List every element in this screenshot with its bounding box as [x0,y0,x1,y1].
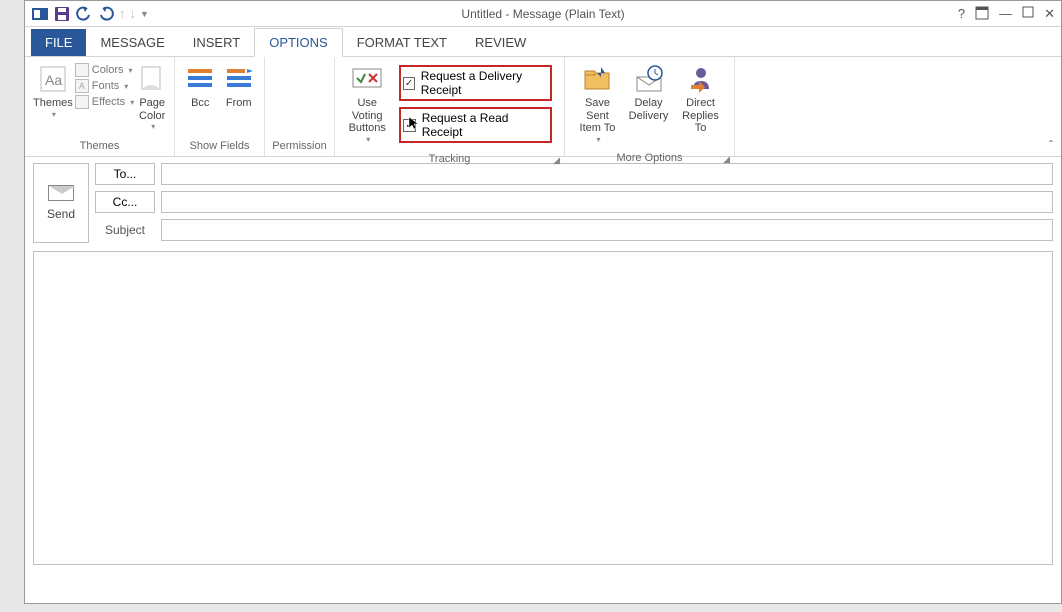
maximize-icon[interactable] [1022,6,1034,22]
help-icon[interactable]: ? [958,6,965,22]
dialog-launcher-icon[interactable]: ◢ [553,155,560,166]
delay-delivery-label: Delay Delivery [629,97,669,122]
delay-delivery-button[interactable]: Delay Delivery [624,61,673,124]
tab-message[interactable]: MESSAGE [86,29,178,56]
fonts-label: Fonts [92,80,120,92]
more-options-label-text: More Options [616,152,682,164]
qat-dropdown-icon[interactable]: ▼ [140,9,149,19]
page-color-label: Page Color [139,97,165,122]
to-button[interactable]: To... [95,163,155,185]
subject-label: Subject [95,223,155,237]
window-title: Untitled - Message (Plain Text) [461,7,624,21]
message-window: ↑ ↓ ▼ Untitled - Message (Plain Text) ? … [24,0,1062,604]
collapse-ribbon-icon[interactable]: ˆ [1049,138,1053,152]
dialog-launcher-icon[interactable]: ◢ [723,154,730,165]
group-label-show-fields: Show Fields [175,138,264,156]
save-sent-label: Save Sent Item To [573,97,622,135]
page-color-icon [136,63,168,95]
save-sent-icon [581,63,613,95]
group-show-fields: Bcc From Show Fields [175,57,265,156]
use-voting-buttons[interactable]: Use Voting Buttons ▾ [341,61,393,146]
from-label: From [226,97,252,110]
close-icon[interactable]: ✕ [1044,6,1055,22]
themes-icon: Aa [37,63,69,95]
bcc-label: Bcc [191,97,209,110]
save-icon[interactable] [53,5,71,23]
cursor-icon [407,115,423,131]
group-label-tracking: Tracking ◢ [335,151,564,169]
colors-icon [75,63,89,77]
subject-input[interactable] [161,219,1053,241]
down-arrow-icon: ↓ [130,6,137,21]
direct-replies-button[interactable]: Direct Replies To [673,61,728,137]
group-permission: Permission [265,57,335,156]
bcc-icon [184,63,216,95]
tab-insert[interactable]: INSERT [179,29,254,56]
voting-label: Use Voting Buttons [343,97,391,135]
chevron-down-icon: ▾ [52,110,56,119]
bcc-button[interactable]: Bcc [181,61,220,112]
effects-button: Effects▾ [75,95,134,109]
cc-input[interactable] [161,191,1053,213]
chevron-down-icon: ▾ [129,66,133,75]
delivery-receipt-label: Request a Delivery Receipt [421,69,544,97]
tab-options[interactable]: OPTIONS [254,28,343,57]
outlook-icon [31,5,49,23]
chevron-down-icon: ▾ [596,135,600,144]
compose-area: Send To... Cc... Subject [25,157,1061,571]
group-label-permission: Permission [265,138,334,156]
tracking-label-text: Tracking [429,153,471,165]
page-color-button: Page Color ▾ [134,61,170,133]
themes-label: Themes [33,97,73,110]
group-themes: Aa Themes ▾ Colors▾ AFonts▾ Effects▾ Pag… [25,57,175,156]
chevron-down-icon: ▾ [366,135,370,144]
up-arrow-icon: ↑ [119,6,126,21]
ribbon: Aa Themes ▾ Colors▾ AFonts▾ Effects▾ Pag… [25,57,1061,157]
fonts-icon: A [75,79,89,93]
envelope-icon [48,185,74,201]
read-receipt-label: Request a Read Receipt [422,111,544,139]
send-button[interactable]: Send [33,163,89,243]
message-body[interactable] [33,251,1053,565]
titlebar: ↑ ↓ ▼ Untitled - Message (Plain Text) ? … [25,1,1061,27]
delay-delivery-icon [633,63,665,95]
send-label: Send [47,207,75,221]
group-label-more-options: More Options ◢ [565,150,734,168]
colors-button: Colors ▾ [75,63,134,77]
checkbox-icon: ✓ [403,77,414,90]
ribbon-display-icon[interactable] [975,6,989,22]
read-receipt-checkbox[interactable]: ✓ Request a Read Receipt [399,107,552,143]
direct-replies-label: Direct Replies To [675,97,726,135]
from-icon [223,63,255,95]
delivery-receipt-checkbox[interactable]: ✓ Request a Delivery Receipt [399,65,552,101]
tab-file[interactable]: FILE [31,29,86,56]
minimize-icon[interactable]: — [999,6,1012,22]
redo-icon[interactable] [97,5,115,23]
save-sent-item-button[interactable]: Save Sent Item To ▾ [571,61,624,146]
chevron-down-icon: ▾ [124,82,128,91]
group-tracking: Use Voting Buttons ▾ ✓ Request a Deliver… [335,57,565,156]
colors-label: Colors [92,64,124,76]
undo-icon[interactable] [75,5,93,23]
quick-access-toolbar: ↑ ↓ ▼ [25,5,149,23]
group-more-options: Save Sent Item To ▾ Delay Delivery Direc… [565,57,735,156]
group-label-themes: Themes [25,138,174,156]
effects-icon [75,95,89,109]
effects-label: Effects [92,96,125,108]
svg-text:Aa: Aa [45,72,62,88]
cc-button[interactable]: Cc... [95,191,155,213]
tab-format-text[interactable]: FORMAT TEXT [343,29,461,56]
ribbon-tabs: FILE MESSAGE INSERT OPTIONS FORMAT TEXT … [25,27,1061,57]
direct-replies-icon [685,63,717,95]
from-button[interactable]: From [220,61,259,112]
tab-review[interactable]: REVIEW [461,29,540,56]
chevron-down-icon: ▾ [151,122,155,131]
voting-icon [351,63,383,95]
fonts-button: AFonts ▾ [75,79,134,93]
themes-button: Aa Themes ▾ [31,61,75,121]
